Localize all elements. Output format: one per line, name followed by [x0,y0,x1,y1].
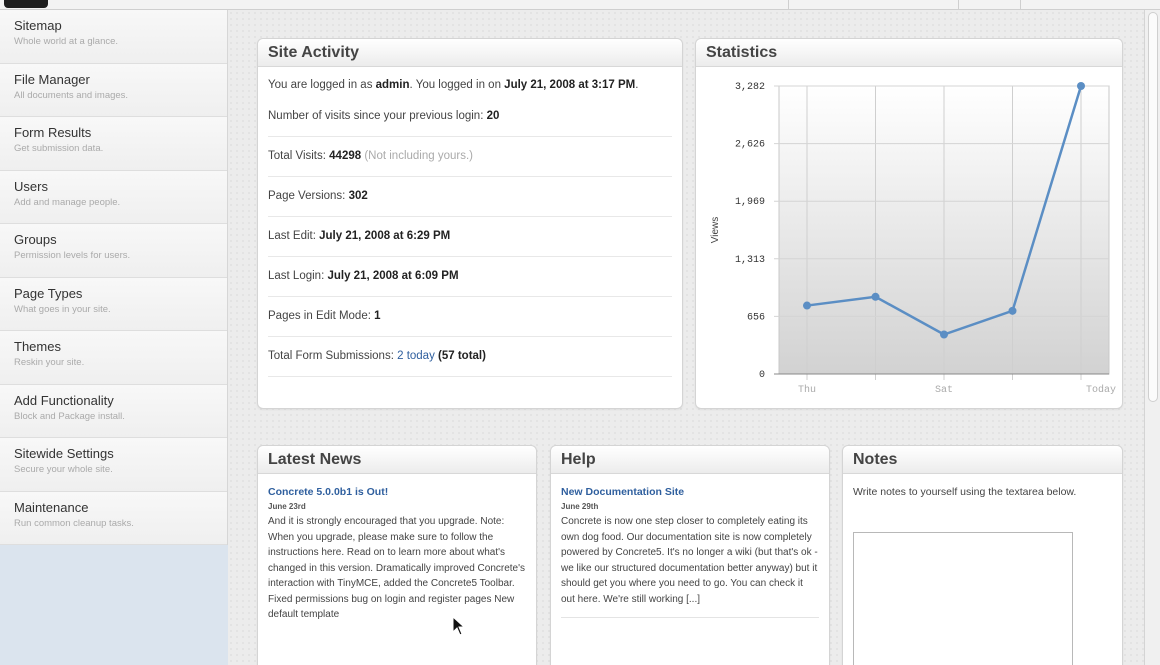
sidebar-item-page-types[interactable]: Page Types What goes in your site. [0,277,227,331]
sidebar-item-maintenance[interactable]: Maintenance Run common cleanup tasks. [0,491,227,545]
panel-title: Notes [843,446,1122,474]
data-point[interactable] [871,292,880,301]
notes-textarea[interactable] [853,532,1073,665]
data-point[interactable] [803,301,811,310]
y-tick-label: 3,282 [735,82,765,93]
y-tick-label: 1,969 [735,197,765,208]
sidebar-item-groups[interactable]: Groups Permission levels for users. [0,224,227,278]
forms-today-link[interactable]: 2 today [397,350,435,362]
latest-news-panel: Latest News Concrete 5.0.0b1 is Out! Jun… [257,445,537,665]
sidebar-item-label: Sitemap [14,18,62,33]
sidebar-item-desc: All documents and images. [14,89,129,101]
data-point[interactable] [1008,306,1017,315]
panel-title: Statistics [696,39,1122,67]
sidebar-item-themes[interactable]: Themes Reskin your site. [0,331,227,385]
news-item-title[interactable]: Concrete 5.0.0b1 is Out! [268,486,526,498]
toolbar-divider [788,0,789,10]
x-tick-label: Today [1086,384,1116,396]
site-activity-panel: Site Activity You are logged in as admin… [257,38,683,409]
sidebar-item-desc: What goes in your site. [14,303,111,315]
sidebar-item-label: Maintenance [14,499,89,515]
login-info: You are logged in as admin. You logged i… [268,79,639,91]
y-axis: 0 656 1,313 1,969 2,626 3,282 [735,82,765,381]
sidebar-item-label: File Manager [14,71,90,87]
top-toolbar [0,0,1160,10]
divider [561,617,819,618]
panel-title: Help [551,446,829,474]
x-tick-label: Sat [935,385,953,396]
sidebar-item-label: Themes [14,339,61,354]
sidebar-item-desc: Reskin your site. [14,357,85,368]
news-item-text: And it is strongly encouraged that you u… [268,516,526,620]
sidebar-item-desc: Run common cleanup tasks. [14,517,134,529]
mouse-cursor-icon [452,616,466,636]
sidebar-item-label: Add Functionality [14,392,114,408]
page-versions: Page Versions: 302 [268,177,672,217]
y-axis-label: Views [710,217,721,244]
sidebar-item-desc: Get submission data. [14,143,104,154]
sidebar-item-desc: Secure your whole site. [14,464,113,475]
help-item-title[interactable]: New Documentation Site [561,486,819,498]
y-tick-label: 2,626 [735,140,765,151]
y-tick-label: 1,313 [735,255,765,266]
help-item-date: June 29th [561,502,599,511]
sidebar-item-users[interactable]: Users Add and manage people. [0,170,227,224]
sidebar-item-sitewide-settings[interactable]: Sitewide Settings Secure your whole site. [0,438,227,492]
sidebar-item-desc: Add and manage people. [14,196,121,208]
news-item-date: June 23rd [268,502,306,511]
pages-in-edit-mode: Pages in Edit Mode: 1 [268,297,672,337]
sidebar-nav: Sitemap Whole world at a glance. File Man… [0,10,228,545]
y-tick-label: 656 [747,312,765,323]
sidebar-item-sitemap[interactable]: Sitemap Whole world at a glance. [0,10,227,64]
visits-since-login: Number of visits since your previous log… [268,97,672,137]
statistics-panel: Statistics 0 656 1,313 1,969 2,626 3,282 Thu S… [695,38,1123,409]
sidebar-item-label: Form Results [14,125,92,140]
sidebar-item-label: Users [14,178,48,194]
sidebar-item-desc: Whole world at a glance. [14,36,119,47]
toolbar-divider [958,0,959,10]
notes-instructions: Write notes to yourself using the textar… [853,486,1077,498]
dashboard-main: Site Activity You are logged in as admin… [228,10,1144,665]
sidebar-item-desc: Block and Package install. [14,410,125,422]
logo[interactable] [4,0,48,8]
last-login: Last Login: July 21, 2008 at 6:09 PM [268,257,672,297]
views-chart: 0 656 1,313 1,969 2,626 3,282 Thu Sat Today Vie… [710,82,1116,396]
last-edit: Last Edit: July 21, 2008 at 6:29 PM [268,217,672,257]
notes-panel: Notes Write notes to yourself using the … [842,445,1123,665]
sidebar-item-form-results[interactable]: Form Results Get submission data. [0,117,227,171]
sidebar-item-file-manager[interactable]: File Manager All documents and images. [0,63,227,117]
scrollbar[interactable] [1144,10,1160,665]
data-point[interactable] [940,330,948,339]
panel-title: Site Activity [258,39,682,67]
total-visits: Total Visits: 44298 (Not including yours… [268,137,672,177]
help-item-text: Concrete is now one step closer to compl… [561,516,818,605]
sidebar-item-label: Groups [14,232,57,247]
sidebar-item-desc: Permission levels for users. [14,250,131,261]
x-tick-label: Thu [798,384,816,396]
toolbar-divider [1020,0,1021,10]
help-panel: Help New Documentation Site June 29th Co… [550,445,830,665]
sidebar-item-label: Sitewide Settings [14,446,114,461]
form-submissions: Total Form Submissions: 2 today (57 tota… [268,337,672,377]
x-axis: Thu Sat Today [798,384,1116,396]
y-tick-label: 0 [759,370,765,381]
sidebar: Sitemap Whole world at a glance. File Man… [0,10,228,665]
data-point[interactable] [1077,82,1085,90]
sidebar-item-label: Page Types [14,285,83,301]
scrollbar-thumb[interactable] [1148,12,1158,402]
panel-title: Latest News [258,446,536,474]
sidebar-item-add-functionality[interactable]: Add Functionality Block and Package insta… [0,384,227,438]
